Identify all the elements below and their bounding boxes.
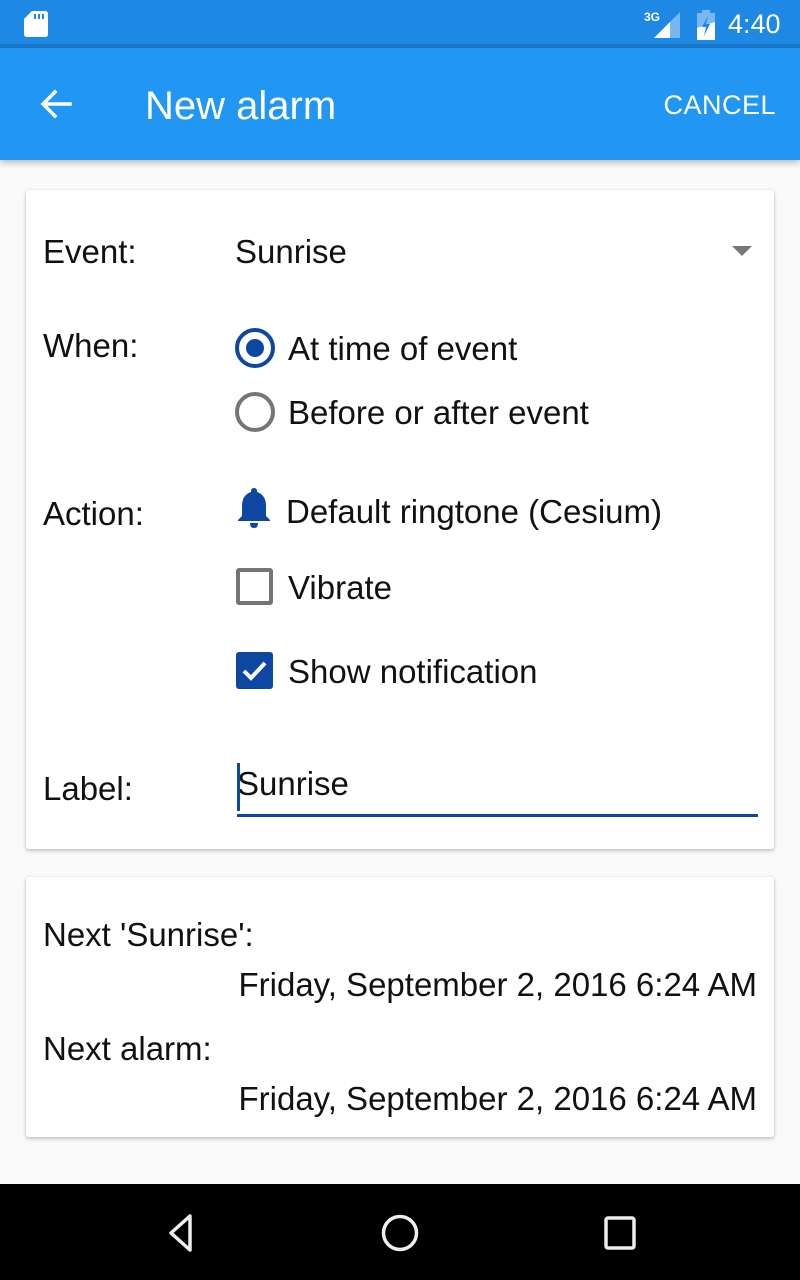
- ringtone-selector[interactable]: Default ringtone (Cesium): [286, 492, 662, 532]
- clock: 4:40: [728, 9, 781, 39]
- navigation-bar: [0, 1184, 800, 1280]
- radio-label-before-or-after-event[interactable]: Before or after event: [288, 393, 589, 433]
- input-underline: [237, 814, 758, 817]
- svg-text:3G: 3G: [644, 10, 660, 24]
- event-dropdown[interactable]: Sunrise: [226, 230, 766, 274]
- nav-recents-button[interactable]: [590, 1208, 650, 1258]
- alarm-settings-card: Event: Sunrise When: At time of event Be…: [26, 190, 774, 849]
- status-bar: 3G 4:40: [0, 0, 800, 48]
- bell-icon: [238, 488, 270, 528]
- show-notification-label[interactable]: Show notification: [288, 652, 537, 692]
- back-button[interactable]: [30, 78, 82, 130]
- battery-charging-icon: [697, 10, 715, 40]
- vibrate-checkbox[interactable]: [236, 568, 273, 605]
- signal-3g-icon: 3G: [644, 10, 680, 38]
- show-notification-checkbox[interactable]: [236, 652, 273, 689]
- next-event-value: Friday, September 2, 2016 6:24 AM: [238, 966, 757, 1003]
- next-alarm-title: Next alarm:: [43, 1030, 212, 1067]
- vibrate-label[interactable]: Vibrate: [288, 568, 392, 608]
- sd-card-icon: [24, 11, 48, 37]
- checkmark-icon: [242, 661, 267, 681]
- nav-back-button[interactable]: [150, 1208, 210, 1258]
- nav-home-button[interactable]: [370, 1208, 430, 1258]
- home-icon: [381, 1214, 419, 1252]
- radio-at-time-of-event[interactable]: [235, 328, 275, 368]
- page-title: New alarm: [145, 84, 337, 128]
- next-alarm-value: Friday, September 2, 2016 6:24 AM: [238, 1080, 757, 1117]
- label-field-label: Label:: [43, 770, 133, 807]
- label-input[interactable]: Sunrise: [237, 755, 758, 817]
- action-label: Action:: [43, 495, 144, 532]
- event-label: Event:: [43, 233, 137, 270]
- back-icon: [169, 1214, 192, 1252]
- arrow-back-icon: [40, 89, 72, 119]
- text-caret: [237, 763, 240, 811]
- recents-icon: [604, 1216, 636, 1250]
- event-selected-value: Sunrise: [235, 233, 347, 270]
- when-label: When:: [43, 327, 139, 364]
- radio-label-at-time-of-event[interactable]: At time of event: [288, 329, 517, 369]
- dropdown-arrow-icon: [732, 246, 752, 256]
- label-input-value: Sunrise: [237, 765, 349, 802]
- app-bar: New alarm CANCEL: [0, 48, 800, 160]
- next-event-title: Next 'Sunrise':: [43, 916, 254, 953]
- radio-before-or-after-event[interactable]: [235, 392, 275, 432]
- next-alarm-info-card: Next 'Sunrise': Friday, September 2, 201…: [26, 877, 774, 1137]
- cancel-button[interactable]: CANCEL: [663, 82, 776, 128]
